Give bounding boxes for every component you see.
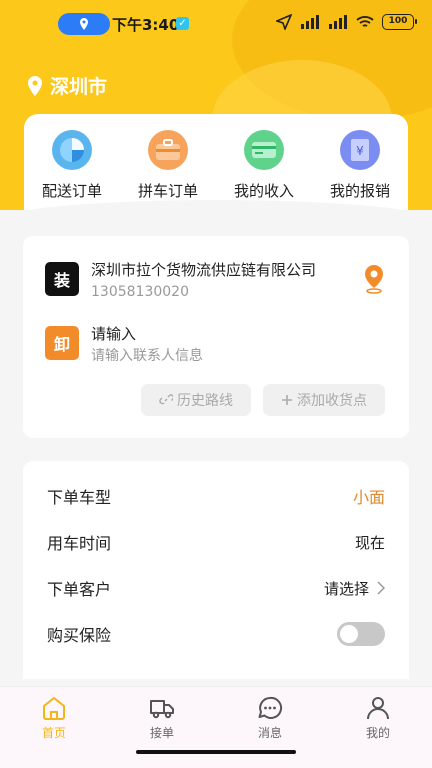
status-bar: 下午3:40 ✓ 100 (0, 0, 432, 44)
location-sharing-pill[interactable] (58, 13, 110, 35)
pie-chart-icon (52, 130, 92, 170)
use-time-label: 用车时间 (47, 534, 112, 553)
status-icons: 100 (276, 14, 417, 30)
battery-indicator: 100 (382, 14, 417, 30)
map-pin-icon[interactable] (363, 264, 385, 294)
load-company-name: 深圳市拉个货物流供应链有限公司 (91, 261, 317, 279)
navigation-arrow-icon (276, 14, 292, 30)
user-icon (367, 697, 389, 720)
verified-icon: ✓ (176, 17, 189, 30)
use-time-value: 现在 (354, 533, 385, 552)
tab-messages[interactable]: 消息 (240, 695, 300, 741)
unloading-stop[interactable]: 卸 请输入 请输入联系人信息 (45, 324, 203, 365)
card-icon (244, 130, 284, 170)
truck-icon (150, 700, 174, 719)
route-actions: 历史路线 添加收货点 (141, 384, 385, 416)
history-routes-button[interactable]: 历史路线 (141, 384, 251, 416)
customer-label: 下单客户 (47, 580, 112, 599)
quick-menu-label: 拼车订单 (137, 182, 198, 200)
customer-row[interactable]: 下单客户 请选择 (47, 565, 385, 611)
location-pin-icon (80, 18, 88, 30)
quick-menu-my-reimbursement[interactable]: ¥ 我的报销 (320, 130, 400, 210)
insurance-toggle[interactable] (337, 622, 385, 646)
quick-menu-label: 配送订单 (41, 182, 102, 200)
home-indicator (136, 750, 296, 754)
route-card: 装 深圳市拉个货物流供应链有限公司 13058130020 卸 请输入 请输入联… (23, 236, 409, 438)
link-icon (159, 394, 173, 405)
city-selector[interactable]: 深圳市 (26, 72, 107, 99)
unload-badge: 卸 (45, 326, 79, 360)
insurance-row: 购买保险 (47, 611, 385, 657)
home-icon (43, 697, 65, 720)
quick-menu-my-income[interactable]: 我的收入 (224, 130, 304, 210)
plus-icon (282, 395, 292, 405)
insurance-label: 购买保险 (47, 626, 112, 645)
add-stop-button[interactable]: 添加收货点 (263, 384, 385, 416)
location-pin-icon (28, 75, 42, 96)
vehicle-type-row[interactable]: 下单车型 小面 (47, 473, 385, 519)
bottom-tab-bar: 首页 接单 消息 我的 (0, 686, 432, 768)
customer-value: 请选择 (323, 579, 369, 598)
message-icon (258, 696, 283, 719)
use-time-row[interactable]: 用车时间 现在 (47, 519, 385, 565)
tab-home[interactable]: 首页 (24, 695, 84, 741)
chevron-right-icon (377, 581, 385, 595)
tab-label: 首页 (41, 726, 66, 740)
status-time: 下午3:40 (112, 16, 180, 34)
tab-label: 消息 (257, 726, 282, 740)
load-phone: 13058130020 (91, 284, 189, 300)
vehicle-type-value: 小面 (352, 488, 385, 507)
unload-contact-placeholder: 请输入联系人信息 (91, 348, 203, 364)
quick-menu: 配送订单 拼车订单 我的收入 ¥ 我的报销 (24, 114, 408, 210)
unload-title: 请输入 (91, 325, 137, 343)
quick-menu-carpool-orders[interactable]: 拼车订单 (128, 130, 208, 210)
briefcase-icon (148, 130, 188, 170)
add-stop-label: 添加收货点 (297, 393, 367, 409)
quick-menu-label: 我的报销 (329, 182, 390, 200)
city-name: 深圳市 (50, 76, 108, 98)
wifi-icon (356, 16, 374, 27)
customer-select[interactable]: 请选择 (324, 578, 385, 599)
tab-profile[interactable]: 我的 (348, 695, 408, 741)
signal-icon (329, 15, 347, 29)
history-routes-label: 历史路线 (177, 393, 233, 409)
signal-icon (301, 15, 319, 29)
loading-stop[interactable]: 装 深圳市拉个货物流供应链有限公司 13058130020 (45, 260, 316, 301)
tab-label: 接单 (149, 726, 174, 740)
receipt-icon: ¥ (340, 130, 380, 170)
svg-text:¥: ¥ (356, 144, 364, 158)
load-badge: 装 (45, 262, 79, 296)
quick-menu-label: 我的收入 (233, 182, 294, 200)
tab-orders[interactable]: 接单 (132, 695, 192, 741)
tab-label: 我的 (365, 726, 390, 740)
toggle-knob (340, 625, 358, 643)
quick-menu-delivery-orders[interactable]: 配送订单 (32, 130, 112, 210)
vehicle-type-label: 下单车型 (47, 488, 112, 507)
order-options-card: 下单车型 小面 用车时间 现在 下单客户 请选择 购买保险 (23, 461, 409, 679)
